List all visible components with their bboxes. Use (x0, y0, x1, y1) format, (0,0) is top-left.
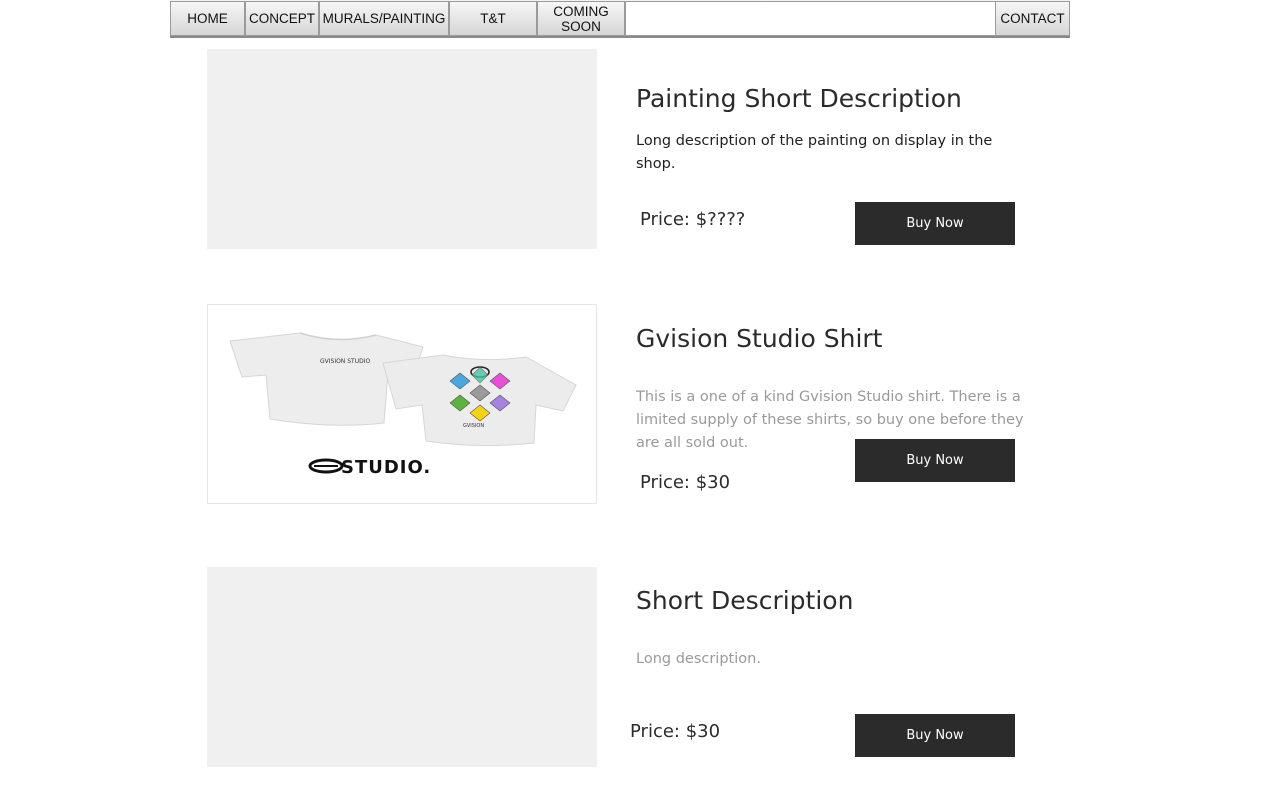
nav-concept-label: CONCEPT (248, 11, 315, 26)
product-title: Gvision Studio Shirt (636, 324, 883, 353)
product-price: Price: $???? (640, 209, 746, 230)
buy-now-button[interactable]: Buy Now (855, 202, 1015, 245)
nav-t-and-t-label: T&T (480, 11, 506, 26)
product-image-placeholder[interactable] (207, 567, 597, 767)
product-title: Painting Short Description (636, 84, 962, 113)
nav-spacer (625, 1, 996, 36)
buy-now-button[interactable]: Buy Now (855, 439, 1015, 482)
buy-now-button[interactable]: Buy Now (855, 714, 1015, 757)
nav-home-label: HOME (187, 11, 228, 26)
product-description: Long description. (636, 651, 761, 667)
nav-murals-painting-label: MURALS/PAINTING (322, 11, 446, 26)
tshirt-image: GVISION STUDIO GVISION STUDIO. (229, 332, 577, 478)
nav-concept[interactable]: CONCEPT (245, 1, 319, 36)
studio-logo-text: STUDIO. (341, 457, 431, 478)
nav-murals-painting[interactable]: MURALS/PAINTING (319, 1, 449, 36)
top-nav-bar: HOME CONCEPT MURALS/PAINTING T&T COMING … (170, 0, 1070, 38)
nav-coming-soon-label: COMING SOON (553, 3, 609, 34)
nav-coming-soon[interactable]: COMING SOON (537, 1, 625, 36)
product-description: Long description of the painting on disp… (636, 133, 993, 172)
product-title: Short Description (636, 586, 854, 615)
product-image-placeholder[interactable] (207, 49, 597, 249)
product-price: Price: $30 (630, 721, 721, 742)
back-print-text: GVISION (463, 423, 484, 429)
product-image-shirt[interactable]: GVISION STUDIO GVISION STUDIO. (207, 304, 597, 504)
nav-t-and-t[interactable]: T&T (449, 1, 537, 36)
nav-home[interactable]: HOME (170, 1, 245, 36)
nav-contact[interactable]: CONTACT (995, 1, 1070, 36)
nav-contact-label: CONTACT (1000, 11, 1065, 26)
front-print-text: GVISION STUDIO (320, 358, 370, 365)
product-price: Price: $30 (640, 472, 731, 493)
